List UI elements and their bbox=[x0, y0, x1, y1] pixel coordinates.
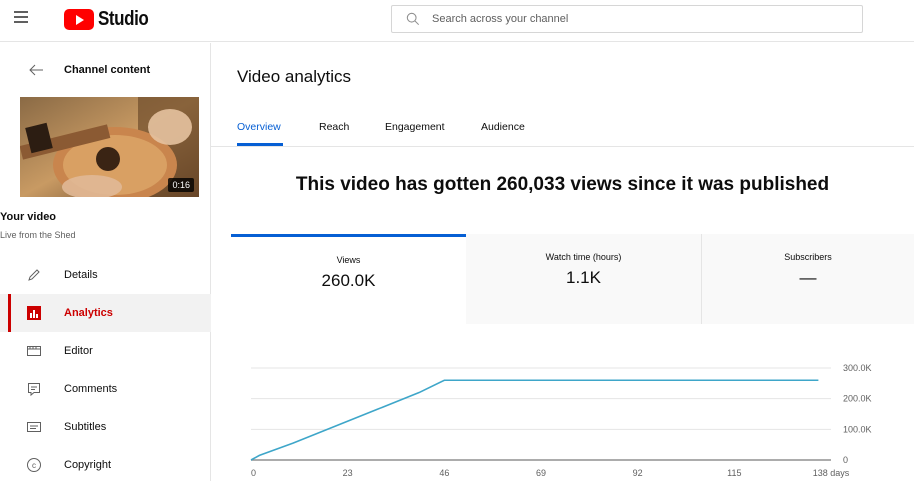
video-duration: 0:16 bbox=[168, 178, 194, 192]
views-series-line[interactable] bbox=[250, 379, 819, 461]
video-thumbnail[interactable]: 0:16 bbox=[20, 97, 199, 197]
svg-text:c: c bbox=[32, 461, 36, 470]
studio-logo[interactable]: Studio bbox=[64, 8, 157, 31]
sidebar-item-label: Analytics bbox=[64, 307, 113, 319]
y-tick-label: 300.0K bbox=[843, 363, 872, 373]
views-line-chart: 0 100.0K 200.0K 300.0K 0 23 46 69 92 115 138 days bbox=[231, 340, 914, 481]
sidebar-item-analytics[interactable]: Analytics bbox=[0, 294, 211, 332]
metric-card-views[interactable]: Views 260.0K bbox=[231, 234, 466, 324]
y-tick-label: 200.0K bbox=[843, 394, 872, 404]
metric-label: Subscribers bbox=[784, 252, 832, 262]
sidebar-item-label: Subtitles bbox=[64, 421, 107, 433]
back-label: Channel content bbox=[64, 64, 151, 76]
youtube-play-icon bbox=[64, 9, 94, 30]
tab-overview[interactable]: Overview bbox=[237, 121, 281, 133]
back-to-channel-content[interactable]: Channel content bbox=[0, 60, 211, 80]
logo-text: Studio bbox=[98, 8, 149, 30]
metric-value: — bbox=[799, 268, 817, 287]
tab-audience[interactable]: Audience bbox=[481, 121, 525, 133]
metric-card-subscribers[interactable]: Subscribers — bbox=[702, 234, 914, 324]
x-tick-label: 115 bbox=[727, 468, 741, 478]
hamburger-menu-icon[interactable] bbox=[14, 11, 28, 25]
editor-icon bbox=[27, 346, 41, 356]
metric-label: Watch time (hours) bbox=[545, 252, 622, 262]
views-headline: This video has gotten 260,033 views sinc… bbox=[295, 174, 830, 195]
chart-svg: 0 100.0K 200.0K 300.0K 0 23 46 69 92 115 138 days bbox=[250, 363, 872, 478]
sidebar-item-label: Comments bbox=[64, 383, 118, 395]
y-tick-label: 0 bbox=[843, 455, 848, 465]
sidebar-item-label: Details bbox=[64, 269, 98, 281]
copyright-icon: c bbox=[27, 458, 41, 472]
tab-reach[interactable]: Reach bbox=[319, 121, 349, 133]
analytics-icon bbox=[27, 306, 41, 320]
search-icon[interactable] bbox=[406, 12, 420, 26]
x-tick-label: 23 bbox=[343, 468, 353, 478]
sidebar-item-editor[interactable]: Editor bbox=[0, 332, 211, 370]
sidebar-item-label: Editor bbox=[64, 345, 93, 357]
metric-value: 1.1K bbox=[566, 268, 601, 287]
arrow-back-icon[interactable] bbox=[28, 62, 44, 78]
pencil-icon bbox=[28, 269, 40, 281]
video-subtitle: Live from the Shed bbox=[0, 230, 76, 240]
x-tick-label: 69 bbox=[536, 468, 546, 478]
page-title: Video analytics bbox=[237, 67, 352, 86]
sidebar-item-label: Copyright bbox=[64, 459, 112, 471]
video-title: Your video bbox=[0, 211, 57, 223]
subtitles-icon bbox=[27, 422, 41, 432]
metric-card-watch-time[interactable]: Watch time (hours) 1.1K bbox=[466, 234, 701, 324]
x-tick-label: 0 bbox=[251, 468, 256, 478]
sidebar-item-subtitles[interactable]: Subtitles bbox=[0, 408, 211, 446]
comments-icon bbox=[28, 383, 40, 397]
metric-cards: Views 260.0K Watch time (hours) 1.1K Sub… bbox=[231, 234, 914, 324]
search-input[interactable] bbox=[432, 13, 832, 25]
sidebar-item-comments[interactable]: Comments bbox=[0, 370, 211, 408]
sidebar-item-copyright[interactable]: c Copyright bbox=[0, 446, 211, 481]
tab-engagement[interactable]: Engagement bbox=[385, 121, 445, 133]
x-tick-label: 138 days bbox=[813, 468, 850, 478]
top-bar: Studio bbox=[0, 0, 914, 42]
metric-value: 260.0K bbox=[321, 271, 376, 290]
sidebar-item-details[interactable]: Details bbox=[0, 256, 211, 294]
x-tick-label: 46 bbox=[439, 468, 449, 478]
sidebar: Channel content 0:16 Your video You bbox=[0, 43, 211, 481]
metric-label: Views bbox=[336, 255, 361, 265]
x-tick-label: 92 bbox=[633, 468, 643, 478]
tabs-divider bbox=[211, 146, 914, 147]
search-bar[interactable] bbox=[391, 5, 863, 33]
y-tick-label: 100.0K bbox=[843, 424, 872, 434]
